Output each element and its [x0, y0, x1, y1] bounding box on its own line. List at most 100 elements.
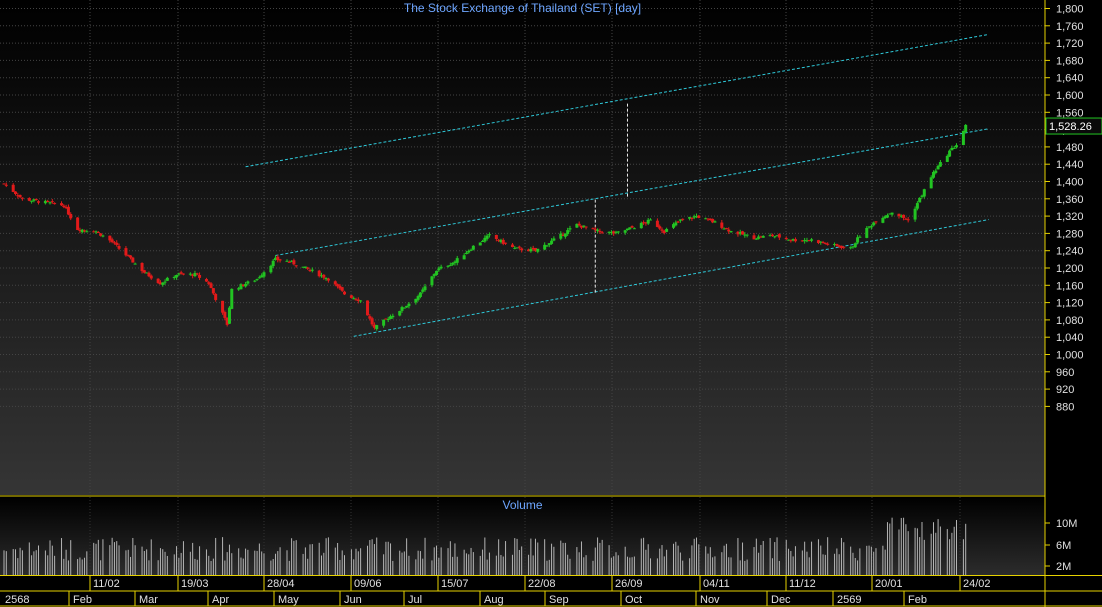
candle-body: [110, 239, 114, 243]
y-tick-label: 1,240: [1056, 246, 1084, 258]
candle-body: [676, 221, 680, 223]
candle-body: [918, 197, 922, 203]
month-tick-label: Jul: [408, 594, 422, 606]
month-tick-label: Sep: [549, 594, 569, 606]
candle-body: [418, 292, 422, 297]
candle-body: [37, 201, 41, 203]
candle-body: [246, 281, 250, 284]
candle-body: [340, 287, 344, 291]
last-price-label: 1,528.26: [1049, 121, 1092, 133]
candle-body: [50, 201, 54, 203]
candle-body: [4, 184, 8, 186]
y-tick-label: 1,440: [1056, 159, 1084, 171]
candle-body: [352, 298, 356, 300]
candle-body: [952, 147, 956, 149]
candle-body: [545, 245, 549, 247]
candle-body: [62, 205, 66, 207]
candle-body: [188, 273, 192, 275]
candle-body: [823, 242, 827, 244]
candle-body: [66, 206, 70, 215]
candle-body: [257, 277, 261, 279]
candle-body: [451, 262, 455, 265]
candle-body: [902, 214, 906, 218]
candle-body: [600, 232, 604, 234]
candle-body: [639, 222, 643, 229]
candle-body: [464, 252, 468, 255]
candle-body: [462, 255, 466, 260]
candle-body: [386, 319, 390, 321]
candle-body: [131, 257, 135, 263]
candle-body: [69, 213, 73, 219]
candle-body: [99, 233, 103, 236]
candle-body: [913, 208, 917, 220]
candle-body: [129, 255, 133, 258]
y-tick-label: 1,400: [1056, 177, 1084, 189]
candle-body: [874, 221, 878, 223]
y-tick-label: 1,320: [1056, 211, 1084, 223]
candle-body: [529, 248, 533, 252]
month-tick-label: 2568: [5, 594, 29, 606]
candle-body: [269, 265, 273, 273]
candle-body: [690, 217, 694, 219]
y-tick-label: 1,280: [1056, 228, 1084, 240]
candle-body: [934, 170, 938, 173]
candle-body: [954, 145, 958, 148]
candle-body: [681, 218, 685, 220]
y-tick-label: 1,720: [1056, 38, 1084, 50]
candle-body: [623, 230, 627, 233]
candle-body: [292, 260, 296, 265]
candle-body: [285, 260, 289, 262]
candle-body: [175, 274, 179, 278]
month-tick-label: May: [278, 594, 299, 606]
candle-body: [559, 233, 563, 239]
volume-tick-label: 6M: [1056, 540, 1071, 552]
candle-body: [430, 276, 434, 286]
candle-body: [294, 265, 298, 267]
candle-body: [407, 303, 411, 307]
candle-body: [198, 274, 202, 278]
date-tick-label: 19/03: [181, 578, 209, 590]
candle-body: [262, 272, 266, 277]
volume-tick-label: 2M: [1056, 561, 1071, 573]
price-plot-area: [0, 0, 1045, 495]
y-tick-label: 1,120: [1056, 298, 1084, 310]
candle-body: [885, 215, 889, 218]
candle-body: [777, 234, 781, 238]
candle-body: [487, 234, 491, 236]
candle-body: [2, 183, 6, 185]
candle-body: [915, 203, 919, 209]
candle-body: [745, 234, 749, 236]
candle-body: [754, 238, 758, 240]
candle-body: [665, 228, 669, 232]
candle-body: [448, 265, 452, 267]
month-tick-label: Dec: [771, 594, 791, 606]
candle-body: [632, 228, 636, 230]
candle-body: [349, 295, 353, 298]
date-tick-label: 11/12: [789, 578, 816, 590]
candle-body: [770, 234, 774, 237]
candle-body: [149, 275, 153, 279]
candle-body: [142, 270, 146, 273]
candle-body: [478, 242, 482, 246]
candle-body: [929, 177, 933, 189]
y-tick-label: 1,040: [1056, 332, 1084, 344]
candle-body: [439, 266, 443, 269]
candle-body: [437, 268, 441, 271]
month-tick-label: Apr: [212, 594, 229, 606]
candle-body: [810, 239, 814, 241]
candle-body: [869, 226, 873, 228]
volume-title: Volume: [502, 498, 543, 512]
chart-title: The Stock Exchange of Thailand (SET) [da…: [403, 1, 642, 15]
candle-body: [211, 288, 215, 294]
y-tick-label: 1,360: [1056, 194, 1084, 206]
month-tick-label: Nov: [700, 594, 720, 606]
month-tick-label: Jun: [344, 594, 362, 606]
candle-body: [209, 283, 213, 288]
candle-body: [83, 230, 87, 232]
candle-body: [85, 231, 89, 233]
y-tick-label: 1,800: [1056, 4, 1084, 16]
candle-body: [391, 315, 395, 318]
y-tick-label: 1,200: [1056, 263, 1084, 275]
candle-body: [214, 293, 218, 300]
candle-body: [133, 263, 137, 265]
